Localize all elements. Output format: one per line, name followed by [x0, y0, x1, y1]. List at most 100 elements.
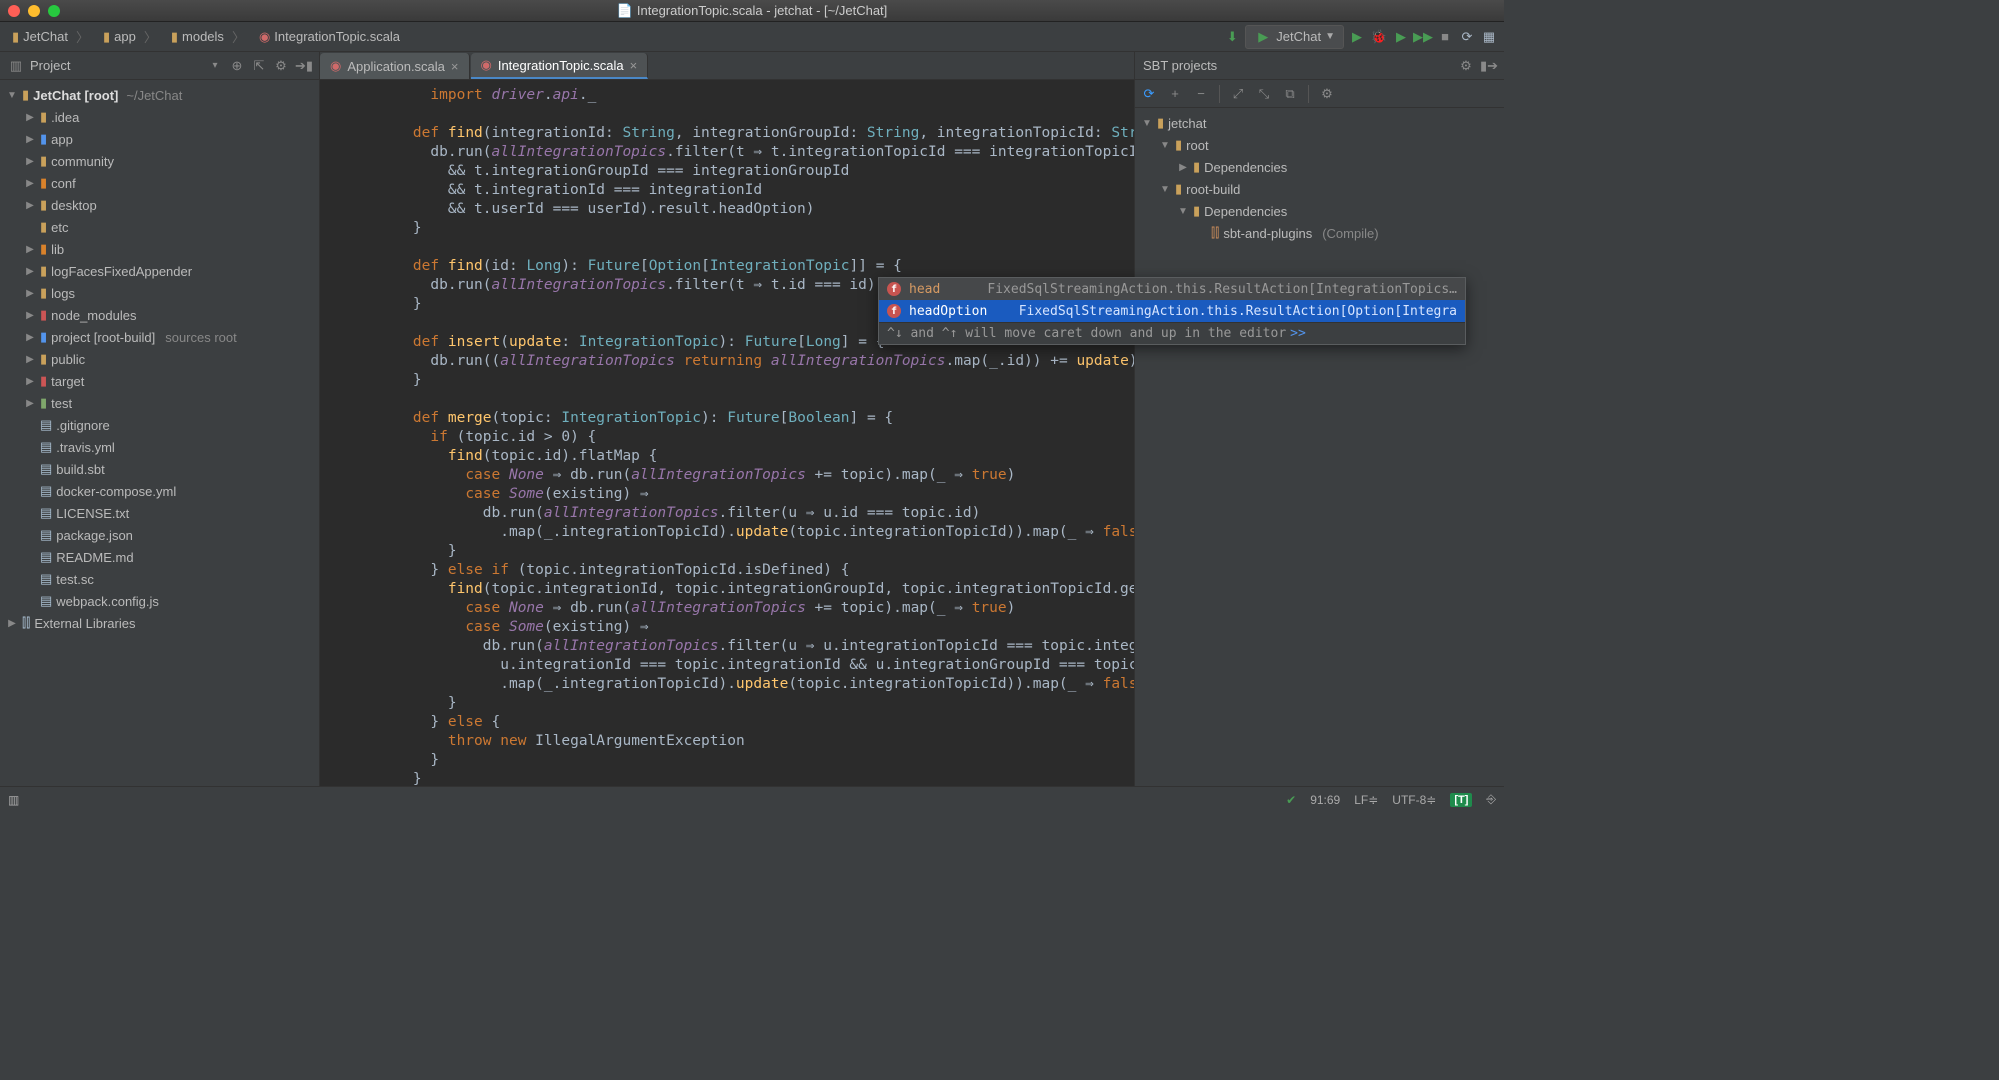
code-line[interactable]: find(topic.id).flatMap {	[320, 447, 1134, 466]
code-line[interactable]: }	[320, 694, 1134, 713]
refresh-button[interactable]: ⟳	[1458, 28, 1476, 46]
caret-position[interactable]: 91:69	[1310, 793, 1340, 807]
remove-icon[interactable]: −	[1193, 86, 1209, 101]
code-line[interactable]: }	[320, 751, 1134, 770]
stop-button[interactable]: ■	[1436, 28, 1454, 46]
file-encoding[interactable]: UTF-8≑	[1392, 793, 1436, 807]
code-line[interactable]	[320, 390, 1134, 409]
download-icon[interactable]: ⬇	[1223, 28, 1241, 46]
code-line[interactable]: def find(id: Long): Future[Option[Integr…	[320, 257, 1134, 276]
tree-arrow-icon[interactable]: ▶	[24, 332, 36, 343]
editor-tab[interactable]: ◉ Application.scala ×	[320, 53, 470, 79]
code-line[interactable]: case Some(existing) ⇒	[320, 485, 1134, 504]
tree-item[interactable]: ▶▮test	[0, 392, 319, 414]
collapse-all-icon[interactable]: ⤡	[1256, 86, 1272, 102]
project-structure-button[interactable]: ▦	[1480, 28, 1498, 46]
gear-icon[interactable]: ⚙	[1458, 58, 1474, 74]
tree-item[interactable]: ▶▮project [root-build]sources root	[0, 326, 319, 348]
close-icon[interactable]: ×	[630, 58, 638, 73]
tree-item[interactable]: ▶▮logFacesFixedAppender	[0, 260, 319, 282]
refresh-icon[interactable]: ⟳	[1141, 86, 1157, 102]
expand-all-icon[interactable]: ⤢	[1230, 86, 1246, 102]
code-completion-popup[interactable]: f head FixedSqlStreamingAction.this.Resu…	[878, 277, 1466, 345]
minimize-window-button[interactable]	[28, 5, 40, 17]
close-icon[interactable]: ×	[451, 59, 459, 74]
sbt-tree-item[interactable]: ▶▮Dependencies	[1135, 156, 1504, 178]
code-line[interactable]: u.integrationId === topic.integrationId …	[320, 656, 1134, 675]
code-line[interactable]: db.run(allIntegrationTopics.filter(u ⇒ u…	[320, 504, 1134, 523]
attach-icon[interactable]: ⧉	[1282, 86, 1298, 102]
readonly-toggle[interactable]: [T]	[1450, 793, 1472, 807]
code-line[interactable]: }	[320, 371, 1134, 390]
code-line[interactable]: throw new IllegalArgumentException	[320, 732, 1134, 751]
code-line[interactable]: }	[320, 542, 1134, 561]
tree-item[interactable]: ▤LICENSE.txt	[0, 502, 319, 524]
run-config-combo[interactable]: ▶ JetChat ▼	[1245, 25, 1344, 49]
tree-arrow-icon[interactable]: ▶	[24, 266, 36, 277]
code-line[interactable]: def find(integrationId: String, integrat…	[320, 124, 1134, 143]
gear-icon[interactable]: ⚙	[1319, 86, 1335, 102]
run-tests-button[interactable]: ▶▶	[1414, 28, 1432, 46]
run-button[interactable]: ▶	[1348, 28, 1366, 46]
code-line[interactable]: && t.integrationId === integrationId	[320, 181, 1134, 200]
code-line[interactable]: } else if (topic.integrationTopicId.isDe…	[320, 561, 1134, 580]
tree-arrow-icon[interactable]: ▶	[24, 354, 36, 365]
project-view-icon[interactable]: ▥	[8, 58, 24, 74]
tree-item[interactable]: ▶▮community	[0, 150, 319, 172]
code-line[interactable]: }	[320, 219, 1134, 238]
chevron-down-icon[interactable]: ▾	[207, 60, 223, 71]
code-line[interactable]: }	[320, 770, 1134, 786]
tree-arrow-icon[interactable]: ▶	[24, 178, 36, 189]
tree-arrow-icon[interactable]: ▼	[1141, 118, 1153, 129]
sbt-tree-item[interactable]: ▼▮jetchat	[1135, 112, 1504, 134]
hide-icon[interactable]: ▮➔	[1480, 58, 1496, 74]
tree-item[interactable]: ▤docker-compose.yml	[0, 480, 319, 502]
breadcrumb-item[interactable]: ▮JetChat〉	[6, 25, 95, 48]
project-tree[interactable]: ▼ ▮ JetChat [root] ~/JetChat ▶▮.idea▶▮ap…	[0, 80, 319, 786]
hide-icon[interactable]: ➔▮	[295, 58, 311, 74]
tree-item[interactable]: ▤webpack.config.js	[0, 590, 319, 612]
tree-item[interactable]: ▶▮.idea	[0, 106, 319, 128]
tree-arrow-icon[interactable]: ▶	[6, 618, 18, 629]
tree-arrow-icon[interactable]: ▼	[1159, 140, 1171, 151]
show-tool-windows-icon[interactable]: ▥	[8, 793, 19, 807]
add-icon[interactable]: +	[1167, 86, 1183, 101]
breadcrumb-item[interactable]: ◉IntegrationTopic.scala	[253, 27, 406, 47]
code-line[interactable]: } else {	[320, 713, 1134, 732]
sbt-tree[interactable]: ▼▮jetchat▼▮root▶▮Dependencies▼▮root-buil…	[1135, 108, 1504, 786]
code-line[interactable]	[320, 238, 1134, 257]
sbt-tree-item[interactable]: ▼▮Dependencies	[1135, 200, 1504, 222]
tree-item[interactable]: ▶▮node_modules	[0, 304, 319, 326]
breadcrumb-item[interactable]: ▮app〉	[97, 25, 163, 48]
code-line[interactable]: def merge(topic: IntegrationTopic): Futu…	[320, 409, 1134, 428]
tree-item[interactable]: ▤README.md	[0, 546, 319, 568]
coverage-button[interactable]: ▶	[1392, 28, 1410, 46]
sbt-tree-item[interactable]: ▼▮root-build	[1135, 178, 1504, 200]
code-line[interactable]: && t.userId === userId).result.headOptio…	[320, 200, 1134, 219]
tree-arrow-icon[interactable]: ▶	[24, 134, 36, 145]
code-line[interactable]	[320, 105, 1134, 124]
tree-item[interactable]: ▶▮desktop	[0, 194, 319, 216]
tree-item[interactable]: ▶▮lib	[0, 238, 319, 260]
code-line[interactable]: if (topic.id > 0) {	[320, 428, 1134, 447]
tree-item[interactable]: ▶▮target	[0, 370, 319, 392]
tree-arrow-icon[interactable]: ▶	[24, 398, 36, 409]
close-window-button[interactable]	[8, 5, 20, 17]
tree-arrow-icon[interactable]: ▼	[6, 90, 18, 101]
tree-arrow-icon[interactable]: ▶	[24, 310, 36, 321]
tree-arrow-icon[interactable]: ▶	[24, 244, 36, 255]
zoom-window-button[interactable]	[48, 5, 60, 17]
gear-icon[interactable]: ⚙	[273, 58, 289, 74]
tree-item[interactable]: ▶▮app	[0, 128, 319, 150]
tree-arrow-icon[interactable]: ▶	[24, 288, 36, 299]
tree-item[interactable]: ▶▮public	[0, 348, 319, 370]
tree-item[interactable]: ▮etc	[0, 216, 319, 238]
completion-item[interactable]: f headOption FixedSqlStreamingAction.thi…	[879, 300, 1465, 322]
locate-icon[interactable]: ⊕	[229, 58, 245, 74]
editor-tab[interactable]: ◉ IntegrationTopic.scala ×	[471, 53, 649, 79]
tree-arrow-icon[interactable]: ▶	[24, 376, 36, 387]
insert-mode-icon[interactable]: ⎆	[1486, 792, 1496, 807]
sbt-tree-item[interactable]: ⫿⫿sbt-and-plugins(Compile)	[1135, 222, 1504, 244]
code-line[interactable]: case None ⇒ db.run(allIntegrationTopics …	[320, 599, 1134, 618]
vcs-status-icon[interactable]: ✔	[1286, 793, 1296, 807]
